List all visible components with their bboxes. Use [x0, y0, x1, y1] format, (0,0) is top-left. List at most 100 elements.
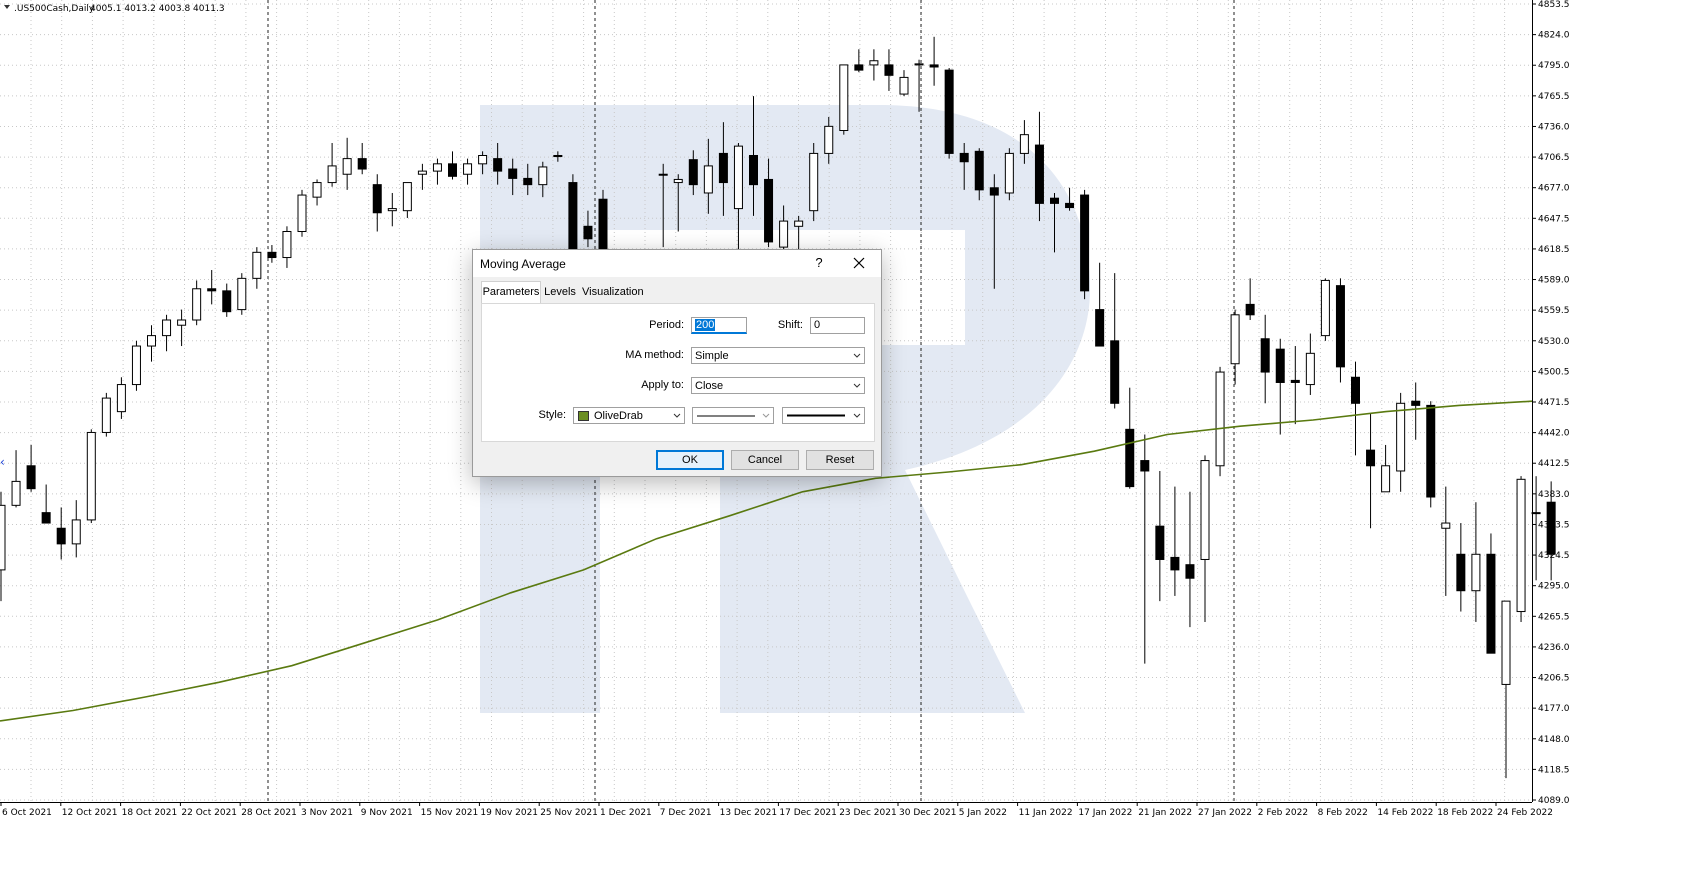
price-label: 4089.0: [1538, 796, 1570, 806]
price-label: 4530.0: [1538, 337, 1570, 347]
ok-button[interactable]: OK: [656, 450, 724, 470]
candle-body: [809, 152, 819, 212]
candle-body: [1366, 449, 1376, 467]
candle-body: [417, 170, 427, 175]
candle-body: [1215, 371, 1225, 467]
candle-body: [41, 512, 51, 524]
candle-body: [131, 345, 141, 386]
help-button[interactable]: ?: [811, 253, 827, 273]
date-label: 15 Nov 2021: [421, 808, 479, 818]
candle-body: [944, 69, 954, 154]
candle-body: [658, 173, 668, 176]
candle-body: [1230, 314, 1240, 365]
date-label: 1 Dec 2021: [600, 808, 652, 818]
candle-body: [523, 177, 533, 186]
candle-body: [1275, 348, 1285, 383]
candle-body: [1050, 197, 1059, 204]
date-label: 8 Feb 2022: [1318, 808, 1368, 818]
candle-body: [914, 63, 924, 66]
period-input[interactable]: 200: [691, 317, 747, 334]
candle-body: [448, 163, 457, 177]
candle-body: [1080, 194, 1090, 292]
candle-body: [1531, 512, 1541, 515]
reset-button[interactable]: Reset: [806, 450, 874, 470]
price-label: 4148.0: [1538, 735, 1570, 745]
candle-body: [342, 158, 352, 175]
price-label: 4706.5: [1538, 153, 1570, 163]
candle-body: [733, 145, 743, 210]
candle-body: [568, 182, 578, 259]
price-label: 4677.0: [1538, 184, 1570, 194]
line-width-preview: [787, 414, 845, 417]
date-label: 6 Oct 2021: [2, 808, 52, 818]
price-label: 4412.5: [1538, 459, 1570, 469]
candle-body: [327, 165, 337, 184]
candle-body: [1095, 309, 1105, 347]
ma-method-select[interactable]: Simple: [691, 347, 865, 364]
candle-body: [1320, 279, 1330, 337]
ma-method-value: Simple: [695, 350, 729, 362]
price-label: 4471.5: [1538, 398, 1570, 408]
candle-body: [1065, 202, 1075, 209]
parameters-panel: Period: 200 Shift: 0 MA method: Simple A…: [481, 303, 875, 442]
ohlc-values: 4005.1 4013.2 4003.8 4011.3: [90, 4, 225, 14]
color-swatch: [578, 411, 589, 421]
candle-body: [432, 163, 442, 172]
line-style-select[interactable]: [692, 407, 774, 424]
ma-method-label: MA method:: [625, 349, 684, 361]
candle-body: [1381, 465, 1391, 493]
candle-body: [1260, 338, 1270, 373]
candle-body: [538, 166, 548, 186]
candle-body: [688, 159, 698, 186]
candle-body: [463, 163, 473, 175]
close-icon[interactable]: [849, 253, 869, 273]
price-label: 4324.5: [1538, 551, 1570, 561]
price-label: 4500.5: [1538, 367, 1570, 377]
candle-body: [26, 465, 36, 490]
price-label: 4559.5: [1538, 306, 1570, 316]
price-label: 4853.5: [1538, 0, 1570, 10]
apply-to-value: Close: [695, 380, 724, 392]
candle-body: [0, 504, 6, 571]
candle-body: [1019, 134, 1029, 154]
chevron-down-icon: [853, 383, 861, 388]
tab-visualization[interactable]: Visualization: [582, 283, 644, 303]
candle-body: [974, 150, 984, 191]
date-label: 2 Feb 2022: [1258, 808, 1308, 818]
candle-body: [583, 225, 593, 240]
candle-body: [1396, 402, 1406, 472]
candle-body: [1245, 303, 1255, 316]
candle-body: [297, 194, 307, 233]
moving-average-dialog: Moving Average ? Parameters Levels Visua…: [472, 249, 882, 477]
tab-parameters[interactable]: Parameters: [481, 281, 541, 304]
candle-body: [357, 158, 367, 170]
candle-body: [1125, 428, 1135, 488]
price-label: 4295.0: [1538, 582, 1570, 592]
price-label: 4647.5: [1538, 214, 1570, 224]
date-label: 22 Oct 2021: [181, 808, 237, 818]
dialog-titlebar: Moving Average ?: [473, 250, 881, 277]
apply-to-select[interactable]: Close: [691, 377, 865, 394]
candle-body: [282, 231, 292, 259]
cancel-button[interactable]: Cancel: [731, 450, 799, 470]
candle-body: [312, 182, 322, 198]
candle-body: [1501, 600, 1511, 685]
candle-body: [147, 335, 156, 347]
candle-body: [192, 288, 202, 321]
candle-body: [794, 220, 804, 227]
price-label: 4765.5: [1538, 92, 1570, 102]
symbol-label: .US500Cash,Daily: [14, 4, 95, 14]
chevron-down-icon: [673, 413, 681, 418]
candle-body: [764, 178, 774, 243]
candle-body: [1351, 376, 1360, 404]
price-label: 4795.0: [1538, 61, 1570, 71]
candle-body: [749, 154, 758, 186]
shift-input[interactable]: 0: [810, 317, 865, 334]
date-label: 17 Jan 2022: [1078, 808, 1132, 818]
candle-body: [86, 431, 96, 521]
line-width-select[interactable]: [782, 407, 865, 424]
color-select[interactable]: OliveDrab: [573, 407, 685, 424]
candle-body: [387, 208, 397, 212]
tab-levels[interactable]: Levels: [541, 283, 579, 303]
candle-body: [11, 480, 21, 506]
